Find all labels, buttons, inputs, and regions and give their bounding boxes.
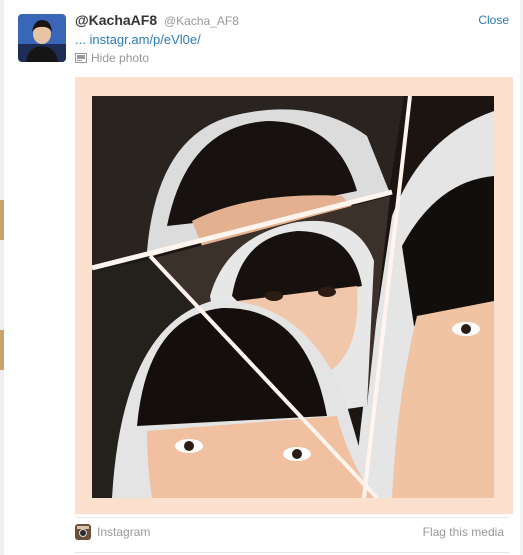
photo-collage: [92, 96, 494, 498]
source-label: Instagram: [97, 525, 151, 539]
media-source[interactable]: Instagram: [75, 524, 150, 540]
tweet-text: ... instagr.am/p/eVl0e/: [75, 32, 201, 47]
user-display-name[interactable]: @KachaAF8: [75, 12, 157, 28]
divider: [75, 552, 509, 553]
hide-photo-label: Hide photo: [91, 51, 150, 65]
divider: [75, 517, 509, 518]
avatar[interactable]: [18, 14, 66, 62]
hide-photo-toggle[interactable]: Hide photo: [75, 51, 149, 65]
ellipsis-text: ...: [75, 32, 86, 47]
media-photo[interactable]: [75, 77, 513, 514]
close-button[interactable]: Close: [478, 13, 509, 27]
instagram-icon: [75, 524, 91, 540]
photo-icon: [75, 53, 87, 63]
instagram-link[interactable]: instagr.am/p/eVl0e/: [89, 32, 200, 47]
media-dialog: @KachaAF8 @Kacha_AF8 Close ... instagr.a…: [4, 0, 520, 555]
user-handle[interactable]: @Kacha_AF8: [164, 14, 239, 28]
flag-media-link[interactable]: Flag this media: [423, 525, 504, 539]
